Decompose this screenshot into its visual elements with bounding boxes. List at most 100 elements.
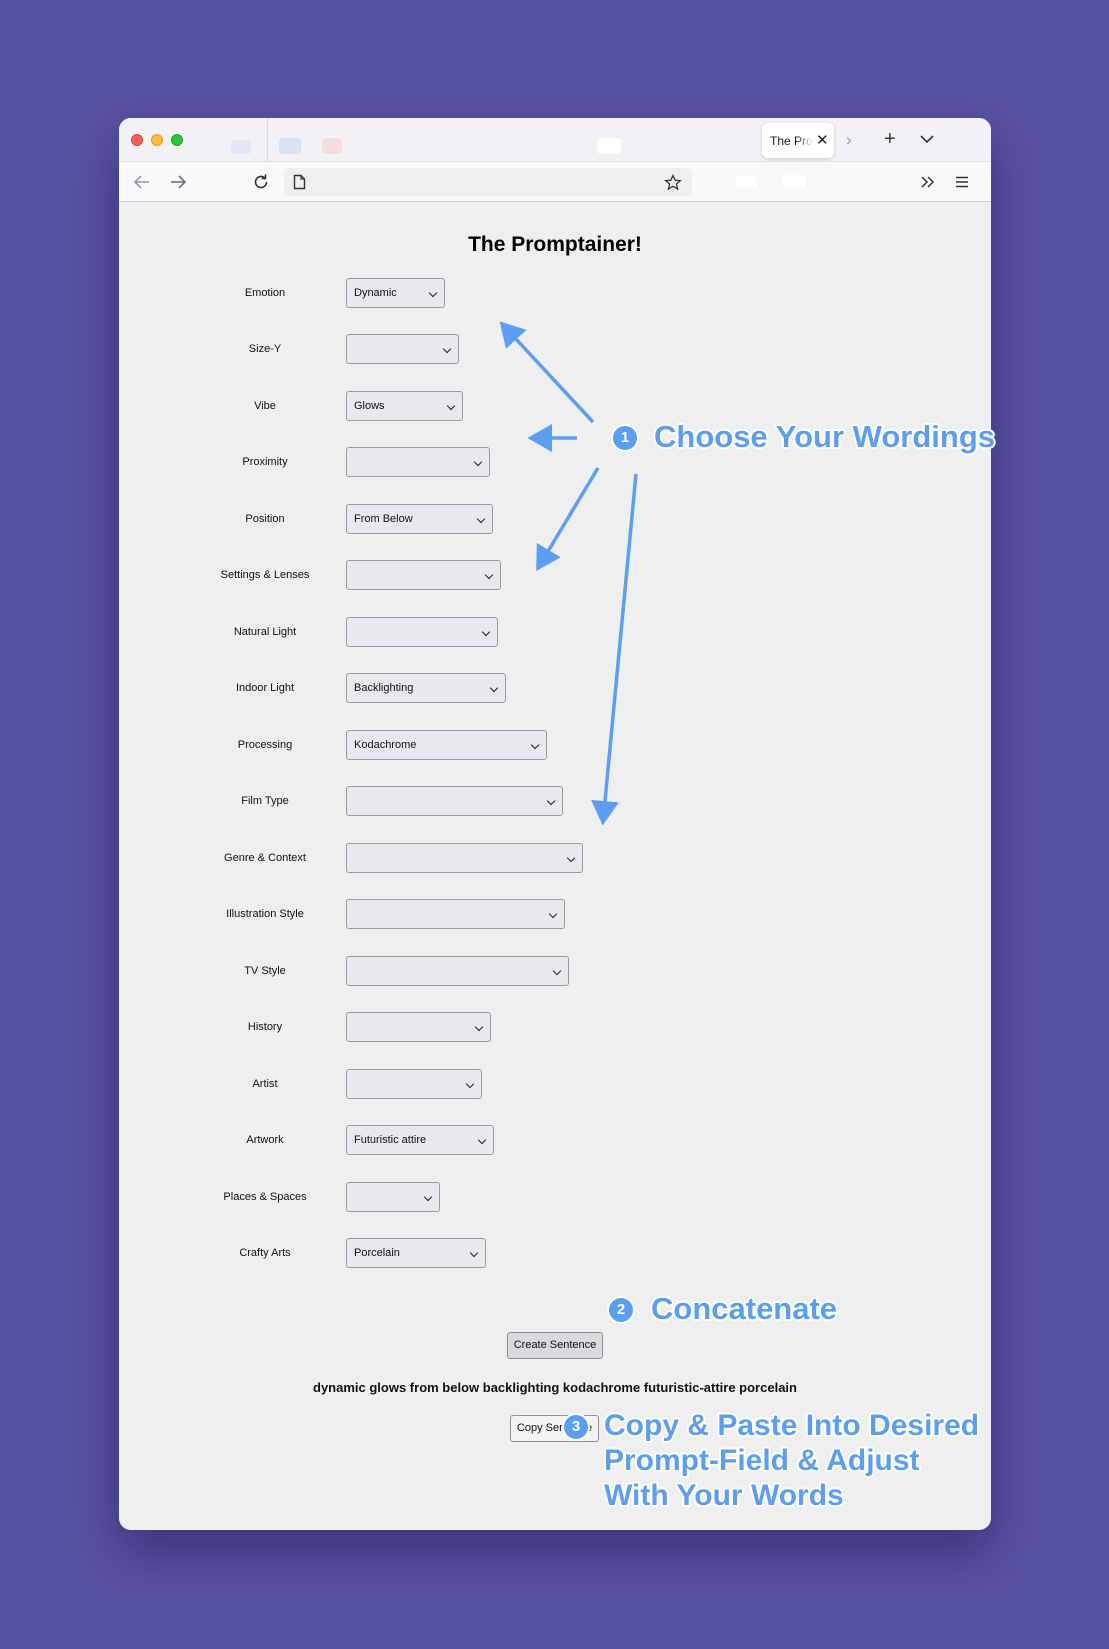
step-3-line: With Your Words: [604, 1479, 844, 1512]
step-3-annotation: Copy & Paste Into Desired Prompt-Field &…: [604, 1408, 979, 1513]
label-tv-style: TV Style: [244, 965, 286, 977]
chevron-down-icon: [446, 401, 456, 411]
forward-arrow-icon[interactable]: [169, 174, 187, 190]
page-title: The Promptainer!: [468, 233, 642, 256]
chevron-down-icon: [546, 796, 556, 806]
blurred-extension-icon: [735, 176, 757, 188]
select-film-type[interactable]: [346, 786, 563, 816]
chevron-down-icon: [473, 457, 483, 467]
select-places-spaces[interactable]: [346, 1182, 440, 1212]
chevron-down-icon: [423, 1192, 433, 1202]
select-emotion[interactable]: Dynamic: [346, 278, 445, 308]
chevron-down-icon: [477, 1135, 487, 1145]
chevron-down-icon: [469, 1248, 479, 1258]
page-content: The Promptainer! Emotion Dynamic Size-Y …: [119, 203, 991, 1530]
label-indoor-light: Indoor Light: [235, 682, 295, 694]
select-size-y[interactable]: [346, 334, 459, 364]
step-2-annotation: Concatenate: [651, 1291, 838, 1326]
bookmark-star-icon[interactable]: [664, 174, 682, 191]
menu-icon[interactable]: [955, 176, 969, 188]
select-processing[interactable]: Kodachrome: [346, 730, 547, 760]
label-genre-context: Genre & Context: [224, 852, 306, 864]
back-arrow-icon[interactable]: [133, 174, 151, 190]
chevron-down-icon: [548, 909, 558, 919]
overflow-chevrons-icon[interactable]: [920, 175, 936, 189]
chevron-down-icon: [530, 740, 540, 750]
select-history[interactable]: [346, 1012, 491, 1042]
label-film-type: Film Type: [241, 795, 289, 807]
label-illustration-style: Illustration Style: [226, 908, 304, 920]
chevron-down-icon: [566, 853, 576, 863]
new-tab-icon[interactable]: +: [884, 129, 896, 149]
chevron-down-icon: [552, 966, 562, 976]
step-1-annotation: Choose Your Wordings: [654, 419, 996, 454]
zoom-window-button[interactable]: [171, 134, 183, 146]
chevron-down-icon: [428, 288, 438, 298]
tab-title: The Promptainer!: [770, 134, 814, 148]
select-settings-lenses[interactable]: [346, 560, 501, 590]
navigation-toolbar: [119, 162, 991, 202]
active-tab[interactable]: The Promptainer! ✕: [762, 123, 834, 158]
step-3-line: Prompt-Field & Adjust: [604, 1444, 920, 1477]
generated-sentence: dynamic glows from below backlighting ko…: [313, 1380, 797, 1395]
label-processing: Processing: [237, 739, 293, 751]
label-places-spaces: Places & Spaces: [223, 1191, 307, 1203]
label-natural-light: Natural Light: [233, 626, 297, 638]
step-3-badge: 3: [562, 1413, 590, 1441]
close-window-button[interactable]: [131, 134, 143, 146]
tab-divider: [267, 118, 268, 162]
blurred-tab-icon: [322, 138, 342, 154]
label-vibe: Vibe: [254, 400, 276, 412]
select-natural-light[interactable]: [346, 617, 498, 647]
step-1-badge: 1: [611, 424, 639, 452]
page-icon: [293, 174, 306, 190]
browser-window: The Promptainer! ✕ › +: [119, 118, 991, 1530]
select-position[interactable]: From Below: [346, 504, 493, 534]
select-value: Kodachrome: [354, 739, 417, 751]
select-vibe[interactable]: Glows: [346, 391, 463, 421]
create-sentence-button[interactable]: Create Sentence: [507, 1332, 603, 1359]
select-value: From Below: [354, 513, 413, 525]
chevron-down-icon[interactable]: [920, 134, 934, 144]
select-illustration-style[interactable]: [346, 899, 565, 929]
chevron-down-icon: [484, 570, 494, 580]
blurred-tab-icon: [597, 138, 621, 154]
minimize-window-button[interactable]: [151, 134, 163, 146]
label-settings-lenses: Settings & Lenses: [220, 569, 310, 581]
select-proximity[interactable]: [346, 447, 490, 477]
select-genre-context[interactable]: [346, 843, 583, 873]
chevron-down-icon: [476, 514, 486, 524]
chevron-down-icon: [465, 1079, 475, 1089]
step-2-badge: 2: [607, 1296, 635, 1324]
chevron-down-icon: [442, 344, 452, 354]
select-value: Dynamic: [354, 287, 397, 299]
blurred-tab-icon: [279, 138, 301, 154]
select-artist[interactable]: [346, 1069, 482, 1099]
chevron-down-icon: [489, 683, 499, 693]
select-value: Porcelain: [354, 1247, 400, 1259]
label-history: History: [247, 1021, 283, 1033]
select-indoor-light[interactable]: Backlighting: [346, 673, 506, 703]
label-artist: Artist: [252, 1078, 278, 1090]
blurred-extension-icon: [783, 175, 805, 187]
select-value: Backlighting: [354, 682, 414, 694]
chevron-down-icon: [474, 1022, 484, 1032]
select-crafty-arts[interactable]: Porcelain: [346, 1238, 486, 1268]
close-icon[interactable]: ✕: [816, 131, 829, 149]
address-bar[interactable]: [284, 168, 692, 196]
reload-icon[interactable]: [252, 173, 270, 191]
label-artwork: Artwork: [246, 1134, 284, 1146]
label-emotion: Emotion: [244, 287, 286, 299]
select-value: Futuristic attire: [354, 1134, 427, 1146]
title-bar: The Promptainer! ✕ › +: [119, 118, 991, 162]
blurred-tab-icon: [231, 140, 251, 154]
label-position: Position: [245, 513, 285, 525]
step-3-line: Copy & Paste Into Desired: [604, 1409, 980, 1442]
label-crafty-arts: Crafty Arts: [239, 1247, 291, 1259]
chevron-right-icon[interactable]: ›: [846, 130, 852, 150]
chevron-down-icon: [481, 627, 491, 637]
select-value: Glows: [354, 400, 385, 412]
select-artwork[interactable]: Futuristic attire: [346, 1125, 494, 1155]
label-proximity: Proximity: [242, 456, 288, 468]
select-tv-style[interactable]: [346, 956, 569, 986]
